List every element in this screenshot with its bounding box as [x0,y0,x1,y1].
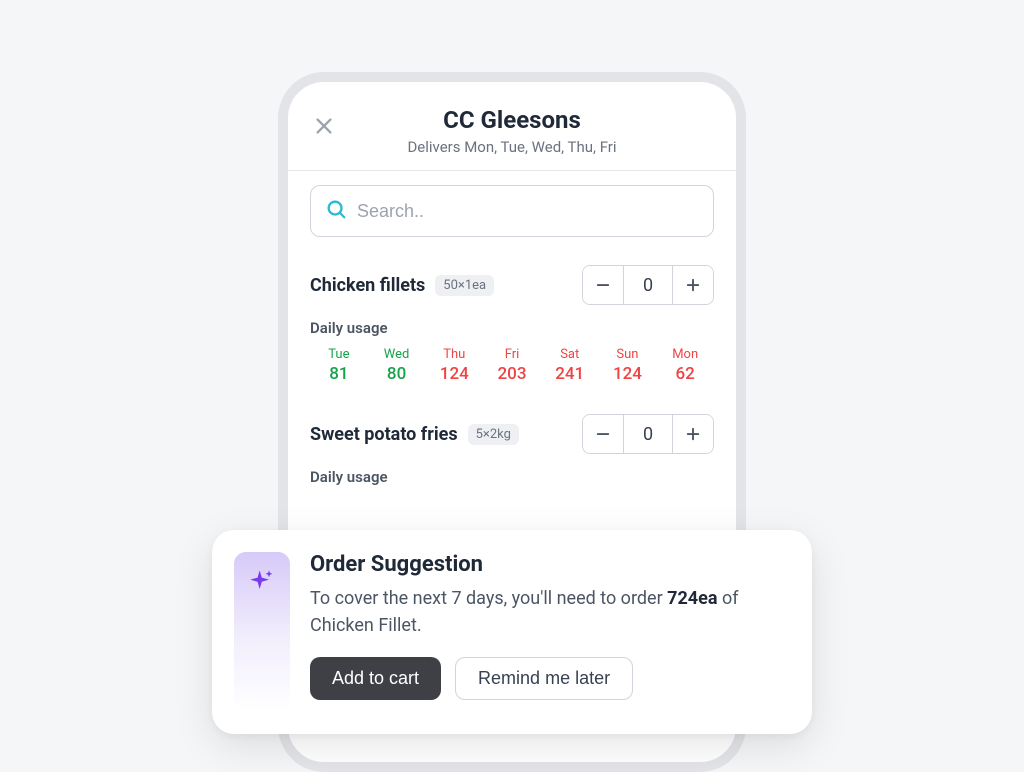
suggestion-body-pre: To cover the next 7 days, you'll need to… [310,588,667,609]
usage-cell: Tue 81 [310,347,368,384]
sparkle-icon [248,568,276,712]
product-row: Sweet potato fries 5×2kg 0 [310,414,714,454]
quantity-value: 0 [624,415,672,453]
usage-day: Sun [599,347,657,362]
remind-later-button[interactable]: Remind me later [455,657,633,700]
suggestion-body-strong: 724ea [667,588,717,609]
usage-cell: Wed 80 [368,347,426,384]
usage-label: Daily usage [310,468,714,486]
search-icon [325,198,347,224]
suggestion-icon-panel [234,552,290,712]
plus-icon [684,425,702,443]
order-suggestion-card: Order Suggestion To cover the next 7 day… [212,530,812,734]
screen-header: CC Gleesons Delivers Mon, Tue, Wed, Thu,… [310,106,714,156]
product-name: Chicken fillets [310,275,425,296]
divider [288,170,736,171]
minus-icon [594,276,612,294]
usage-row: Tue81Wed80Thu124Fri203Sat241Sun124Mon62 [310,347,714,384]
usage-day: Wed [368,347,426,362]
increment-button[interactable] [673,415,713,453]
usage-label: Daily usage [310,319,714,337]
decrement-button[interactable] [583,266,623,304]
usage-cell: Sat 241 [541,347,599,384]
quantity-value: 0 [624,266,672,304]
close-button[interactable] [310,112,338,140]
usage-day: Thu [425,347,483,362]
usage-value: 124 [599,364,657,384]
usage-value: 80 [368,364,426,384]
pack-size-badge: 50×1ea [435,275,494,296]
increment-button[interactable] [673,266,713,304]
usage-value: 62 [656,364,714,384]
delivery-days: Delivers Mon, Tue, Wed, Thu, Fri [338,138,686,156]
product-row: Chicken fillets 50×1ea 0 [310,265,714,305]
search-field[interactable] [310,185,714,237]
close-icon [313,115,335,137]
quantity-stepper: 0 [582,414,714,454]
usage-value: 241 [541,364,599,384]
usage-cell: Mon 62 [656,347,714,384]
usage-value: 124 [425,364,483,384]
usage-day: Mon [656,347,714,362]
usage-value: 81 [310,364,368,384]
usage-cell: Sun 124 [599,347,657,384]
minus-icon [594,425,612,443]
usage-day: Fri [483,347,541,362]
usage-value: 203 [483,364,541,384]
search-input[interactable] [357,201,699,222]
decrement-button[interactable] [583,415,623,453]
usage-day: Sat [541,347,599,362]
usage-cell: Thu 124 [425,347,483,384]
pack-size-badge: 5×2kg [468,424,519,445]
add-to-cart-button[interactable]: Add to cart [310,657,441,700]
suggestion-body: To cover the next 7 days, you'll need to… [310,585,790,639]
vendor-title: CC Gleesons [338,106,686,134]
quantity-stepper: 0 [582,265,714,305]
suggestion-title: Order Suggestion [310,552,790,577]
usage-day: Tue [310,347,368,362]
usage-cell: Fri 203 [483,347,541,384]
product-name: Sweet potato fries [310,424,458,445]
plus-icon [684,276,702,294]
